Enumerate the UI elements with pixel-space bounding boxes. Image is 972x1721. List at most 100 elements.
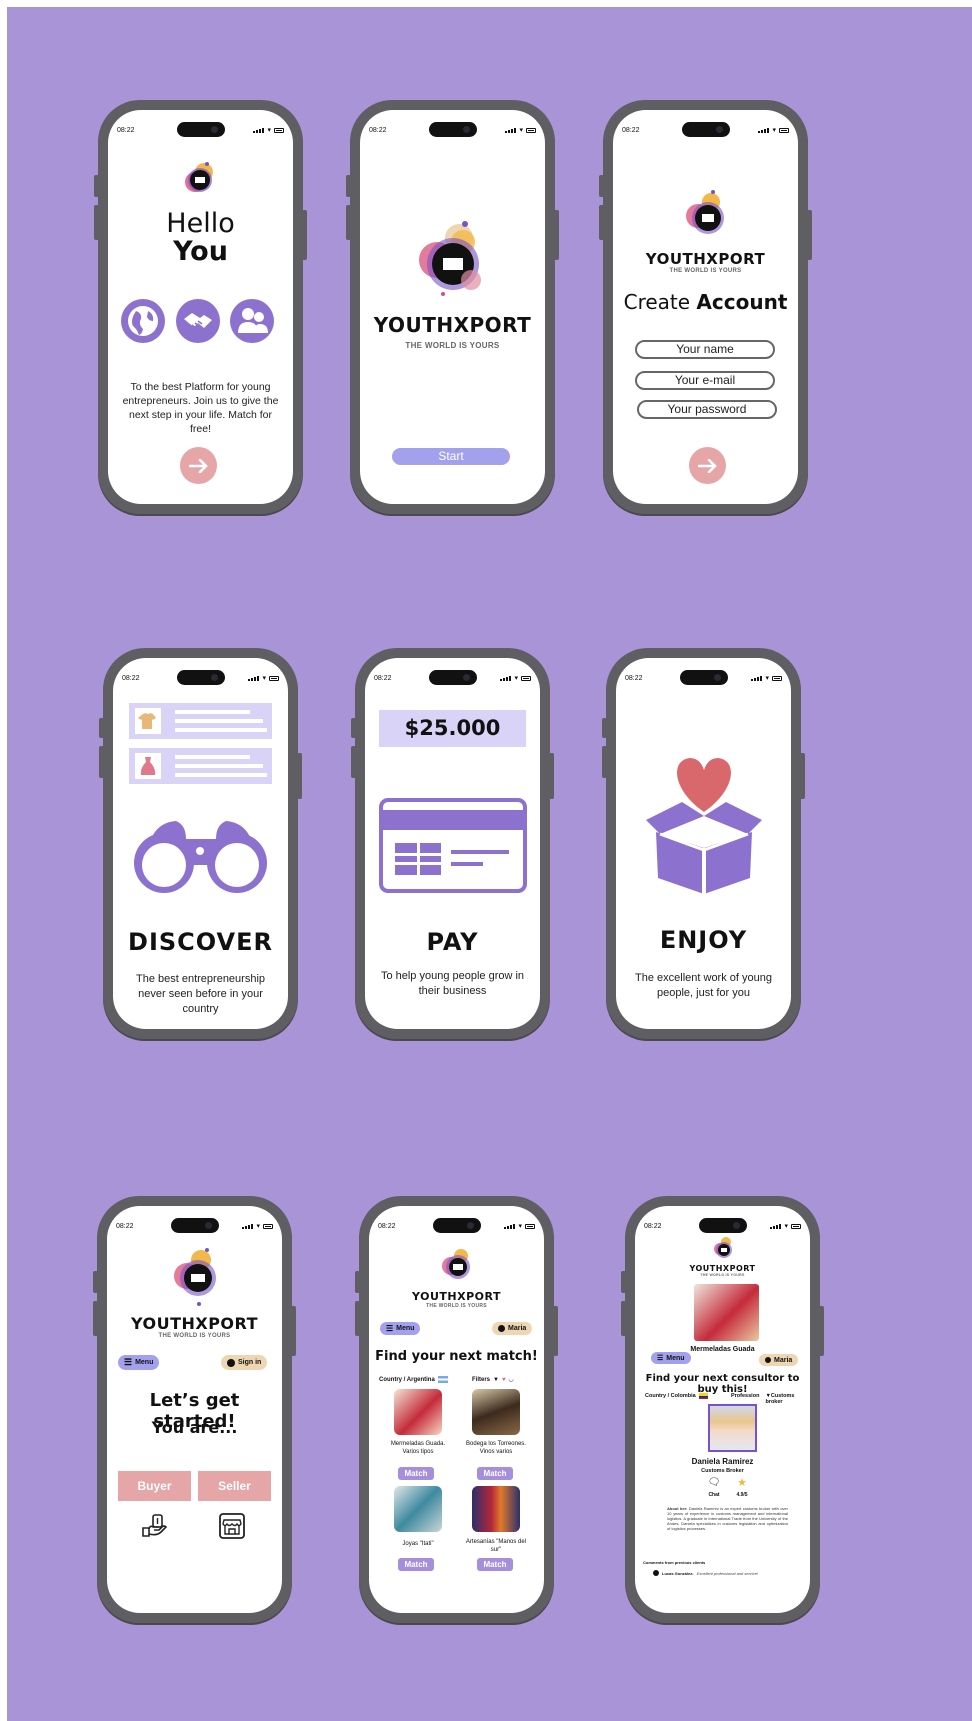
product-image-jewelry[interactable] [394, 1486, 442, 1532]
screen-create-account: 08:22 ▾ YOUTHXPORT THE WORLD IS YOURS Cre… [613, 110, 798, 504]
flag-icon [437, 1376, 448, 1383]
password-field[interactable]: Your password [637, 400, 777, 419]
country-filter[interactable]: Country / Colombia [645, 1393, 708, 1399]
status-bar: 08:22 ▾ [625, 672, 782, 684]
status-bar: 08:22 ▾ [644, 1220, 801, 1232]
phone-enjoy: 08:22 ▾ ENJOY The excellent work of young… [602, 648, 805, 1039]
filter-icon: ▼ [493, 1376, 499, 1383]
chat-icon[interactable]: 🗨 [707, 1477, 721, 1488]
credit-card-icon [379, 798, 527, 893]
match-button[interactable]: Match [398, 1558, 434, 1571]
tshirt-icon [138, 713, 156, 729]
find-match-heading: Find your next match! [375, 1349, 538, 1364]
match-button[interactable]: Match [477, 1467, 513, 1480]
heart-box-icon [646, 758, 762, 894]
dress-icon [140, 757, 156, 775]
product-image-jam [694, 1284, 759, 1341]
buyer-button[interactable]: Buyer [118, 1471, 191, 1501]
filters-bar[interactable]: Filters ▼ ♥ ◡ [472, 1376, 514, 1384]
match-button[interactable]: Match [398, 1467, 434, 1480]
rating-label: 4.9/5 [736, 1492, 748, 1498]
consultant-photo [708, 1404, 757, 1452]
menu-button[interactable]: ☰ Menu [651, 1352, 691, 1364]
enjoy-text: The excellent work of young people, just… [635, 972, 772, 999]
phone-get-started: 08:22 ▾ YOUTHXPORT THE WORLD IS YOURS ☰ Me… [93, 1196, 296, 1623]
menu-button[interactable]: ☰ Menu [380, 1322, 421, 1335]
status-bar: 08:22 ▾ [374, 672, 531, 684]
screen-pay: 08:22 ▾ $25.000 PAY To help young people … [365, 658, 540, 1029]
globe-icon [121, 299, 165, 343]
phone-hello: 08:22 ▾ Hello You To the best Platform fo… [94, 100, 307, 514]
user-icon [227, 1358, 235, 1367]
logo-icon [174, 1248, 216, 1306]
brand-name: YOUTHXPORT [645, 250, 766, 268]
consultor-heading: Find your next consultor to buy this! [645, 1373, 800, 1395]
match-button[interactable]: Match [477, 1558, 513, 1571]
product-image-wine[interactable] [472, 1389, 520, 1435]
handshake-icon [176, 299, 220, 343]
brand-name: YOUTHXPORT [373, 313, 532, 337]
heart-icon: ♥ [501, 1376, 506, 1383]
flag-icon [698, 1393, 708, 1399]
product-image-crafts[interactable] [472, 1486, 520, 1532]
menu-button[interactable]: ☰ Menu [118, 1355, 160, 1370]
product-name: Artesanías "Manos del sur" [465, 1539, 527, 1553]
country-filter[interactable]: Country / Argentina [379, 1376, 448, 1383]
user-button[interactable]: Maria [759, 1354, 799, 1366]
binoculars-icon [134, 821, 267, 893]
screen-enjoy: 08:22 ▾ ENJOY The excellent work of young… [616, 658, 791, 1029]
user-icon [653, 1570, 659, 1576]
status-bar: 08:22 ▾ [369, 124, 536, 136]
intro-text: To the best Platform for young entrepren… [122, 381, 279, 435]
phone-find-match: 08:22 ▾ YOUTHXPORT THE WORLD IS YOURS ☰ Me… [355, 1196, 558, 1623]
product-image-jam[interactable] [394, 1389, 442, 1435]
screen-find-match: 08:22 ▾ YOUTHXPORT THE WORLD IS YOURS ☰ Me… [369, 1206, 544, 1613]
phone-discover: 08:22 ▾ DISCOVER The best entrepreneurshi… [99, 648, 302, 1039]
discover-text: The best entrepreneurship never seen bef… [135, 973, 266, 1015]
consultant-about: About her: Daniela Ramírez is an expert … [667, 1506, 788, 1531]
status-bar: 08:22 ▾ [378, 1220, 535, 1232]
next-button[interactable] [689, 447, 726, 484]
logo-icon [714, 1237, 732, 1258]
user-icon [765, 1357, 771, 1363]
product-card-dress [129, 748, 272, 784]
logo-icon [686, 190, 724, 234]
showcase-background: 08:22 ▾ Hello You To the best Platform fo… [7, 7, 972, 1721]
arrow-right-icon [697, 458, 717, 473]
name-field[interactable]: Your name [635, 340, 775, 359]
screen-consultor: 08:22 ▾ YOUTHXPORT THE WORLD IS YOURS Mer… [635, 1206, 810, 1613]
status-bar: 08:22 ▾ [117, 124, 284, 136]
phone-consultor: 08:22 ▾ YOUTHXPORT THE WORLD IS YOURS Mer… [621, 1196, 824, 1623]
phone-create-account: 08:22 ▾ YOUTHXPORT THE WORLD IS YOURS Cre… [599, 100, 812, 514]
next-button[interactable] [180, 447, 217, 484]
price-label: $25.000 [379, 710, 526, 747]
you-are-subheading: You are... [151, 1418, 238, 1437]
start-button[interactable]: Start [392, 448, 510, 465]
brand-name: YOUTHXPORT [689, 1264, 756, 1273]
brand-tagline: THE WORLD IS YOURS [669, 268, 742, 274]
user-button[interactable]: Maria [492, 1322, 533, 1335]
signin-button[interactable]: Sign in [221, 1355, 268, 1370]
consultant-name: Daniela Ramirez [691, 1457, 754, 1466]
title-you: You [173, 236, 228, 267]
product-name: Joyas "Itati" [402, 1541, 434, 1547]
screen-hello: 08:22 ▾ Hello You To the best Platform fo… [108, 110, 293, 504]
logo-icon [442, 1249, 470, 1279]
screen-splash: 08:22 ▾ YOUTHXPORT THE WORLD IS YOURS Sta… [360, 110, 545, 504]
title-hello: Hello [166, 208, 235, 239]
logo-icon [419, 221, 481, 296]
seller-button[interactable]: Seller [198, 1471, 271, 1501]
phone-splash: 08:22 ▾ YOUTHXPORT THE WORLD IS YOURS Sta… [346, 100, 559, 514]
brand-tagline: THE WORLD IS YOURS [426, 1303, 487, 1309]
brand-tagline: THE WORLD IS YOURS [700, 1273, 745, 1277]
user-icon [498, 1325, 505, 1332]
screen-discover: 08:22 ▾ DISCOVER The best entrepreneurshi… [113, 658, 288, 1029]
hand-money-icon [142, 1514, 168, 1537]
pay-text: To help young people grow in their busin… [380, 970, 525, 997]
shop-icon [219, 1513, 245, 1539]
brand-tagline: THE WORLD IS YOURS [405, 341, 500, 350]
people-icon [230, 299, 274, 343]
comments-label: Comments from previous clients [643, 1560, 706, 1565]
email-field[interactable]: Your e-mail [635, 371, 775, 390]
product-name: Mermeladas Guada. Varios tipos [390, 1441, 446, 1455]
